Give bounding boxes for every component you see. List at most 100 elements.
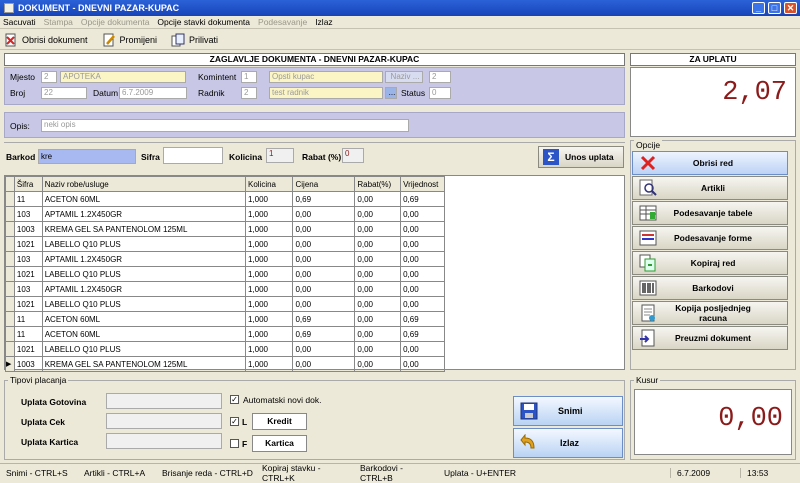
cell-naziv[interactable]: LABELLO Q10 PLUS: [41, 296, 246, 312]
cell-rabat[interactable]: 0,00: [354, 236, 402, 252]
cell-naziv[interactable]: KREMA GEL SA PANTENOLOM 125ML: [41, 356, 246, 372]
cell-sifra[interactable]: 1021: [13, 266, 43, 282]
status-field[interactable]: 0: [429, 87, 451, 99]
row-selector[interactable]: ▶: [5, 356, 15, 372]
cell-sifra[interactable]: 1021: [13, 296, 43, 312]
items-grid[interactable]: Šifra Naziv robe/usluge Kolicina Cijena …: [4, 175, 625, 372]
col-naziv[interactable]: Naziv robe/usluge: [41, 176, 246, 192]
col-kolicina[interactable]: Kolicina: [244, 176, 294, 192]
cell-sifra[interactable]: 1003: [13, 221, 43, 237]
sifra-input[interactable]: [163, 147, 223, 164]
cell-sifra[interactable]: 103: [13, 281, 43, 297]
barkod-input[interactable]: kre: [38, 149, 136, 164]
cell-rabat[interactable]: 0,00: [354, 326, 402, 342]
kartica-input[interactable]: [106, 433, 222, 449]
cell-naziv[interactable]: APTAMIL 1.2X450GR: [41, 206, 246, 222]
cell-rabat[interactable]: 0,00: [354, 296, 402, 312]
menu-sacuvati[interactable]: Sacuvati: [3, 17, 36, 27]
cell-cijena[interactable]: 0,69: [292, 191, 356, 207]
cell-naziv[interactable]: KREMA GEL SA PANTENOLOM 125ML: [41, 221, 246, 237]
row-selector[interactable]: [5, 251, 15, 267]
kolicina-input[interactable]: 1: [266, 148, 294, 163]
cell-kolicina[interactable]: 1,000: [244, 326, 294, 342]
table-row[interactable]: 103 APTAMIL 1.2X450GR 1,000 0,00 0,00 0,00: [5, 281, 445, 297]
cell-kolicina[interactable]: 1,000: [244, 311, 294, 327]
table-row[interactable]: 103 APTAMIL 1.2X450GR 1,000 0,00 0,00 0,00: [5, 206, 445, 222]
opcije-button-6[interactable]: Barkodovi: [632, 276, 788, 300]
row-selector[interactable]: [5, 191, 15, 207]
cell-kolicina[interactable]: 1,000: [244, 296, 294, 312]
cell-kolicina[interactable]: 1,000: [244, 281, 294, 297]
f-checkbox[interactable]: [230, 439, 239, 448]
cek-input[interactable]: [106, 413, 222, 429]
cell-naziv[interactable]: LABELLO Q10 PLUS: [41, 266, 246, 282]
opis-field[interactable]: neki opis: [41, 119, 409, 132]
cell-naziv[interactable]: ACETON 60ML: [41, 191, 246, 207]
delete-document-button[interactable]: Obrisi dokument: [4, 33, 88, 47]
cell-kolicina[interactable]: 1,000: [244, 221, 294, 237]
komintent-name-field[interactable]: Opsti kupac: [269, 71, 383, 83]
menu-izlaz[interactable]: Izlaz: [315, 17, 332, 27]
cell-vrijednost[interactable]: 0,00: [400, 281, 445, 297]
col-sifra[interactable]: Šifra: [13, 176, 43, 192]
cell-vrijednost[interactable]: 0,00: [400, 251, 445, 267]
naziv-button[interactable]: Naziv ...: [385, 71, 423, 83]
table-row[interactable]: 103 APTAMIL 1.2X450GR 1,000 0,00 0,00 0,00: [5, 251, 445, 267]
cell-kolicina[interactable]: 1,000: [244, 251, 294, 267]
table-row[interactable]: 1021 LABELLO Q10 PLUS 1,000 0,00 0,00 0,00: [5, 266, 445, 282]
izlaz-button[interactable]: Izlaz: [513, 428, 623, 458]
row-selector[interactable]: [5, 221, 15, 237]
cell-rabat[interactable]: 0,00: [354, 206, 402, 222]
cell-vrijednost[interactable]: 0,00: [400, 206, 445, 222]
cell-cijena[interactable]: 0,69: [292, 326, 356, 342]
cell-vrijednost[interactable]: 0,00: [400, 266, 445, 282]
radnik-lookup-button[interactable]: ...: [385, 87, 397, 99]
cell-sifra[interactable]: 1003: [13, 356, 43, 372]
table-row[interactable]: 1003 KREMA GEL SA PANTENOLOM 125ML 1,000 0,…: [5, 221, 445, 237]
table-row[interactable]: 11 ACETON 60ML 1,000 0,69 0,00 0,69: [5, 326, 445, 342]
cell-cijena[interactable]: 0,00: [292, 221, 356, 237]
datum-field[interactable]: 6.7.2009: [119, 87, 187, 99]
row-selector[interactable]: [5, 236, 15, 252]
cell-rabat[interactable]: 0,00: [354, 341, 402, 357]
opcije-button-4[interactable]: Podesavanje forme: [632, 226, 788, 250]
cell-cijena[interactable]: 0,69: [292, 311, 356, 327]
cell-kolicina[interactable]: 1,000: [244, 236, 294, 252]
cell-sifra[interactable]: 1021: [13, 341, 43, 357]
cell-cijena[interactable]: 0,00: [292, 206, 356, 222]
table-row[interactable]: 11 ACETON 60ML 1,000 0,69 0,00 0,69: [5, 311, 445, 327]
row-selector[interactable]: [5, 206, 15, 222]
kredit-button[interactable]: Kredit: [252, 413, 307, 430]
col-cijena[interactable]: Cijena: [292, 176, 356, 192]
maximize-button[interactable]: □: [768, 2, 781, 14]
cell-naziv[interactable]: LABELLO Q10 PLUS: [41, 236, 246, 252]
cell-rabat[interactable]: 0,00: [354, 281, 402, 297]
cell-naziv[interactable]: APTAMIL 1.2X450GR: [41, 251, 246, 267]
menu-stampa[interactable]: Stampa: [44, 17, 73, 27]
menu-podesavanje[interactable]: Podesavanje: [258, 17, 307, 27]
radnik-name-field[interactable]: test radnik: [269, 87, 383, 99]
opcije-button-3[interactable]: Podesavanje tabele: [632, 201, 788, 225]
cell-kolicina[interactable]: 1,000: [244, 266, 294, 282]
rabat-input[interactable]: 0: [342, 148, 364, 163]
cell-naziv[interactable]: ACETON 60ML: [41, 326, 246, 342]
cell-cijena[interactable]: 0,00: [292, 356, 356, 372]
broj-field[interactable]: 22: [41, 87, 87, 99]
komintent-extra-field[interactable]: 2: [429, 71, 451, 83]
cell-cijena[interactable]: 0,00: [292, 281, 356, 297]
table-row[interactable]: 1021 LABELLO Q10 PLUS 1,000 0,00 0,00 0,00: [5, 341, 445, 357]
cell-kolicina[interactable]: 1,000: [244, 341, 294, 357]
opcije-button-1[interactable]: Obrisi red: [632, 151, 788, 175]
cell-rabat[interactable]: 0,00: [354, 266, 402, 282]
cell-rabat[interactable]: 0,00: [354, 191, 402, 207]
row-selector[interactable]: [5, 266, 15, 282]
cell-kolicina[interactable]: 1,000: [244, 191, 294, 207]
kartica-button[interactable]: Kartica: [252, 435, 307, 452]
menu-opcije-stavki[interactable]: Opcije stavki dokumenta: [157, 17, 250, 27]
col-rabat[interactable]: Rabat(%): [354, 176, 402, 192]
cell-vrijednost[interactable]: 0,00: [400, 236, 445, 252]
cell-naziv[interactable]: APTAMIL 1.2X450GR: [41, 281, 246, 297]
opcije-button-5[interactable]: Kopiraj red: [632, 251, 788, 275]
cell-rabat[interactable]: 0,00: [354, 251, 402, 267]
row-selector[interactable]: [5, 311, 15, 327]
